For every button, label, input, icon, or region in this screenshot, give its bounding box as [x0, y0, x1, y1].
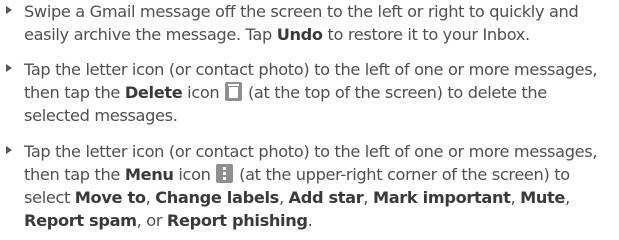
list-item: Swipe a Gmail message off the screen to … [0, 0, 619, 46]
change-labels-term: Change labels [155, 188, 279, 207]
text-segment: , [510, 188, 521, 207]
text-segment: icon [182, 83, 225, 102]
delete-term: Delete [124, 83, 183, 102]
text-segment: to restore it to your Inbox. [322, 25, 530, 44]
report-spam-term: Report spam [24, 211, 137, 230]
undo-term: Undo [276, 25, 323, 44]
list-item-text: Tap the letter icon (or contact photo) t… [24, 58, 615, 127]
instruction-list: Swipe a Gmail message off the screen to … [0, 0, 619, 240]
list-item-text: Tap the letter icon (or contact photo) t… [24, 140, 615, 232]
add-star-term: Add star [288, 188, 364, 207]
list-item-text: Swipe a Gmail message off the screen to … [24, 0, 615, 46]
text-segment: , [278, 188, 289, 207]
text-segment: , [363, 188, 373, 207]
move-to-term: Move to [74, 188, 146, 207]
text-segment: , or [136, 211, 167, 230]
mark-important-term: Mark important [372, 188, 511, 207]
text-segment: , [565, 188, 570, 207]
menu-term: Menu [124, 165, 174, 184]
report-phishing-term: Report phishing [166, 211, 308, 230]
trash-icon [225, 82, 243, 101]
bullet-arrow-icon [6, 6, 12, 14]
bullet-arrow-icon [6, 64, 12, 72]
overflow-menu-icon [216, 164, 234, 183]
text-segment: , [145, 188, 156, 207]
bullet-arrow-icon [6, 146, 12, 154]
mute-term: Mute [520, 188, 566, 207]
list-item: Tap the letter icon (or contact photo) t… [0, 58, 619, 127]
list-item: Tap the letter icon (or contact photo) t… [0, 140, 619, 232]
text-segment: . [307, 211, 313, 230]
text-segment: icon [173, 165, 216, 184]
